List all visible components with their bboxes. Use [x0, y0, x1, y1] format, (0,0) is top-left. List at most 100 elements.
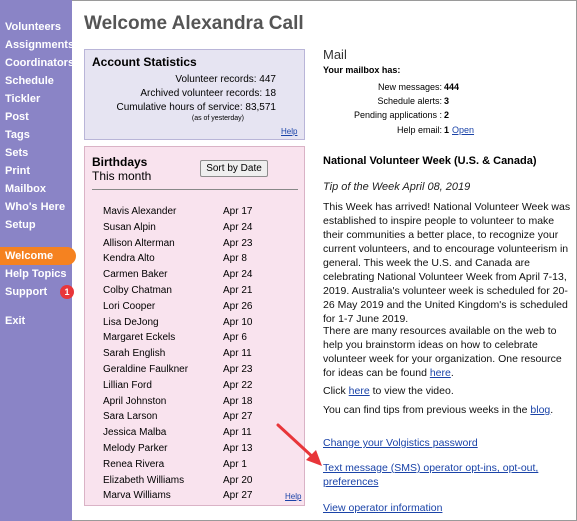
stat-volunteer-records: Volunteer records: 447 — [175, 74, 276, 85]
account-stats-help-link[interactable]: Help — [281, 127, 297, 136]
birthday-date: Apr 10 — [223, 316, 253, 328]
sidebar-item-post[interactable]: Post — [0, 108, 72, 126]
mail-value: 2 — [444, 110, 450, 120]
sidebar-item-exit[interactable]: Exit — [0, 312, 72, 330]
news-paragraph-1: This Week has arrived! National Voluntee… — [323, 201, 571, 325]
birthday-date: Apr 11 — [223, 348, 252, 360]
birthday-name: Allison Alterman — [103, 237, 175, 249]
birthday-date: Apr 24 — [223, 269, 253, 281]
news-paragraph-3-start: Click — [323, 385, 349, 397]
birthday-name: Elizabeth Williams — [103, 474, 185, 486]
mail-row-help-email: Help email: 1 Open — [330, 123, 496, 137]
birthday-date: Apr 21 — [223, 285, 253, 296]
list-item: Jessica Malba Apr 11 — [103, 425, 273, 440]
mail-subtitle: Your mailbox has: — [323, 65, 401, 75]
birthday-date: Apr 27 — [223, 411, 253, 423]
birthday-name: Lillian Ford — [103, 379, 152, 391]
birthday-date: Apr 13 — [223, 443, 253, 454]
birthday-name: Sara Larson — [103, 411, 158, 423]
sidebar-item-mailbox[interactable]: Mailbox — [0, 180, 72, 198]
account-statistics-title: Account Statistics — [92, 55, 197, 69]
mail-label: Help email: — [396, 125, 442, 135]
birthday-name: Margaret Eckels — [103, 332, 176, 344]
sidebar-nav: Volunteers Assignments Coordinators Sche… — [0, 0, 76, 521]
birthday-name: Sarah English — [103, 348, 166, 360]
tip-of-the-week: Tip of the Week April 08, 2019 — [323, 181, 471, 193]
birthdays-help-link[interactable]: Help — [285, 492, 301, 501]
mail-label: Schedule alerts: — [377, 96, 442, 106]
list-item: Lori Cooper Apr 26 — [103, 299, 273, 314]
birthday-name: Melody Parker — [103, 443, 168, 454]
birthday-name: Lisa DeJong — [103, 316, 159, 328]
mail-label: New messages: — [377, 82, 442, 92]
sidebar-item-whos-here[interactable]: Who's Here — [0, 198, 72, 216]
list-item: Lillian Ford Apr 22 — [103, 378, 273, 393]
sidebar-item-coordinators[interactable]: Coordinators — [0, 54, 74, 72]
mail-label: Pending applications : — [353, 110, 442, 120]
birthday-date: Apr 23 — [223, 237, 253, 249]
mail-row-pending-applications: Pending applications : 2 — [330, 108, 496, 122]
birthday-name: Carmen Baker — [103, 269, 168, 281]
list-item: Kendra Alto Apr 8 — [103, 251, 273, 266]
birthday-name: Renea Rivera — [103, 458, 165, 470]
birthday-date: Apr 24 — [223, 221, 253, 233]
birthday-name: Colby Chatman — [103, 285, 172, 296]
sort-by-date-button[interactable]: Sort by Date — [200, 160, 268, 177]
resource-here-link[interactable]: here — [430, 367, 451, 379]
sidebar-item-assignments[interactable]: Assignments — [0, 36, 74, 54]
birthday-name: Jessica Malba — [103, 427, 167, 439]
sidebar-item-tickler[interactable]: Tickler — [0, 90, 72, 108]
birthdays-divider — [92, 189, 298, 190]
list-item: Geraldine Faulkner Apr 23 — [103, 362, 273, 377]
list-item: Marva Williams Apr 27 — [103, 488, 273, 503]
list-item: Sarah English Apr 11 — [103, 346, 273, 361]
sidebar-item-setup[interactable]: Setup — [0, 216, 72, 234]
sms-preferences-link[interactable]: Text message (SMS) operator opt-ins, opt… — [323, 461, 563, 489]
birthday-name: Susan Alpin — [103, 221, 156, 233]
blog-link[interactable]: blog — [530, 404, 550, 416]
mail-title: Mail — [323, 47, 347, 62]
sidebar-item-sets[interactable]: Sets — [0, 144, 72, 162]
list-item: Lisa DeJong Apr 10 — [103, 315, 273, 330]
news-paragraph-4-text: You can find tips from previous weeks in… — [323, 404, 531, 416]
birthday-name: Mavis Alexander — [103, 206, 177, 217]
mail-value: 1 — [444, 125, 450, 135]
list-item: Carmen Baker Apr 24 — [103, 267, 273, 282]
list-item: Elizabeth Williams Apr 20 — [103, 473, 273, 488]
help-email-open-link[interactable]: Open — [452, 123, 474, 137]
birthdays-title: Birthdays — [92, 155, 148, 169]
news-paragraph-4: You can find tips from previous weeks in… — [323, 403, 573, 417]
mail-value: 3 — [444, 96, 450, 106]
birthday-date: Apr 27 — [223, 490, 253, 502]
list-item: Mavis Alexander Apr 17 — [103, 204, 273, 219]
birthday-date: Apr 8 — [223, 253, 247, 265]
birthday-name: Lori Cooper — [103, 300, 156, 312]
list-item: Sara Larson Apr 27 — [103, 409, 273, 424]
sidebar-item-welcome[interactable]: Welcome — [0, 247, 76, 265]
sidebar-item-volunteers[interactable]: Volunteers — [0, 18, 72, 36]
stat-note: (as of yesterday) — [191, 115, 244, 122]
list-item: Renea Rivera Apr 1 — [103, 457, 273, 472]
news-paragraph-3-end: to view the video. — [369, 385, 454, 397]
sidebar-item-help-topics[interactable]: Help Topics — [0, 265, 72, 283]
birthday-date: Apr 23 — [223, 364, 253, 375]
sidebar-item-tags[interactable]: Tags — [0, 126, 72, 144]
mail-row-schedule-alerts: Schedule alerts: 3 — [330, 94, 496, 108]
birthday-name: April Johnston — [103, 395, 167, 407]
news-paragraph-2: There are many resources available on th… — [323, 324, 573, 380]
birthday-date: Apr 6 — [223, 332, 247, 344]
mail-value: 444 — [444, 82, 460, 92]
page-title: Welcome Alexandra Call — [84, 13, 304, 34]
news-title: National Volunteer Week (U.S. & Canada) — [323, 155, 537, 167]
list-item: Susan Alpin Apr 24 — [103, 220, 273, 235]
video-here-link[interactable]: here — [349, 385, 370, 397]
birthday-date: Apr 26 — [223, 300, 253, 312]
sidebar-item-schedule[interactable]: Schedule — [0, 72, 72, 90]
list-item: Allison Alterman Apr 23 — [103, 236, 273, 251]
change-password-link[interactable]: Change your Volgistics password — [323, 436, 573, 450]
view-operator-info-link[interactable]: View operator information — [323, 501, 573, 515]
support-notification-badge: 1 — [60, 285, 74, 299]
list-item: Melody Parker Apr 13 — [103, 441, 273, 456]
sidebar-item-print[interactable]: Print — [0, 162, 72, 180]
red-arrow-icon — [276, 423, 322, 466]
